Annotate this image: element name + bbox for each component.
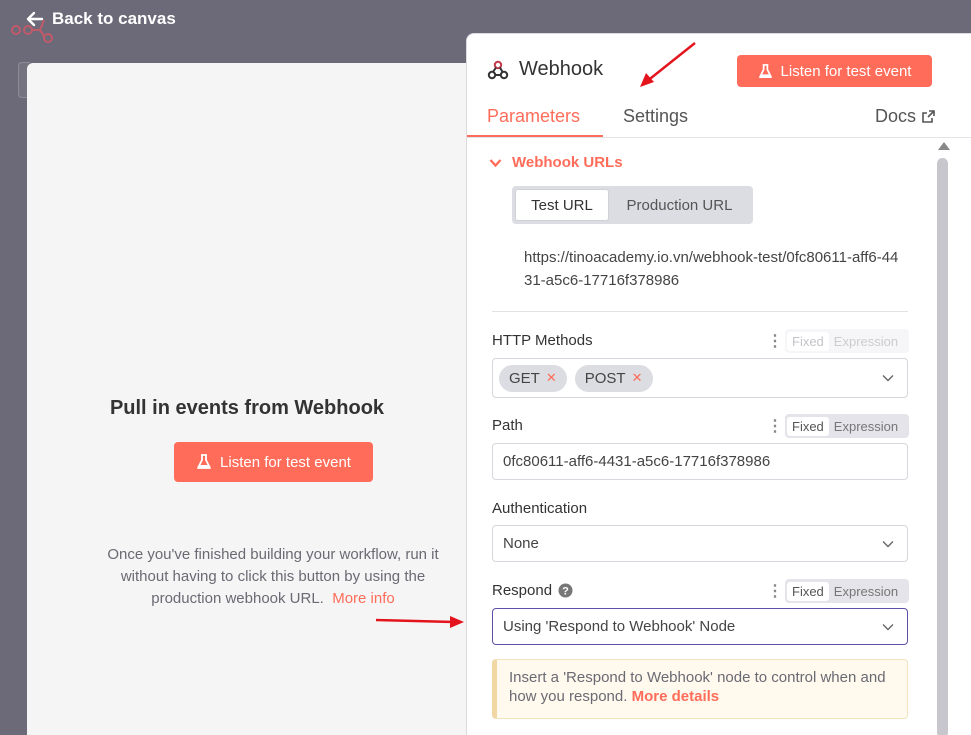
http-methods-label-text: HTTP Methods: [492, 332, 593, 349]
fixed-option[interactable]: Fixed: [787, 581, 829, 601]
node-tabs: Parameters Settings Docs: [467, 102, 971, 138]
active-tab-indicator: [467, 135, 603, 137]
arrow-left-icon: [26, 11, 44, 27]
chevron-down-icon: [882, 540, 894, 547]
input-panel: Pull in events from Webhook Listen for t…: [27, 63, 507, 735]
chevron-down-icon: [882, 375, 894, 382]
remove-chip-icon[interactable]: ✕: [546, 370, 557, 386]
tab-parameters[interactable]: Parameters: [487, 106, 580, 127]
method-chip-label: POST: [584, 369, 626, 387]
path-options-icon[interactable]: ⋮: [767, 419, 783, 435]
authentication-label: Authentication: [492, 500, 587, 517]
docs-label: Docs: [874, 106, 916, 126]
respond-label-text: Respond: [492, 582, 553, 599]
path-label-text: Path: [492, 417, 523, 434]
method-chip: POST ✕: [574, 364, 653, 392]
authentication-value: None: [503, 535, 539, 552]
respond-options-icon[interactable]: ⋮: [767, 584, 783, 600]
respond-label: Respond ?: [492, 582, 573, 599]
node-header: Webhook Listen for test event: [467, 34, 971, 106]
external-link-icon: [922, 110, 935, 123]
expression-option[interactable]: Expression: [829, 332, 903, 351]
authentication-select[interactable]: None: [492, 525, 908, 562]
remove-chip-icon[interactable]: ✕: [632, 370, 643, 386]
respond-value: Using 'Respond to Webhook' Node: [503, 618, 736, 635]
test-url-option[interactable]: Test URL: [515, 189, 609, 221]
node-settings-panel: Webhook Listen for test event Parameters…: [466, 33, 971, 735]
node-title-text: Webhook: [519, 58, 604, 80]
path-label: Path: [492, 417, 523, 434]
chevron-down-icon: [882, 623, 894, 630]
respond-notice: Insert a 'Respond to Webhook' node to co…: [492, 659, 908, 719]
docs-link[interactable]: Docs: [875, 106, 935, 127]
production-url-option[interactable]: Production URL: [609, 189, 750, 221]
header-listen-test-event-button[interactable]: Listen for test event: [737, 55, 932, 87]
back-to-canvas-link[interactable]: Back to canvas: [26, 9, 176, 29]
input-panel-description: Once you've finished building your workf…: [87, 544, 459, 610]
fixed-option[interactable]: Fixed: [787, 416, 829, 436]
svg-text:?: ?: [562, 586, 569, 598]
http-methods-options-icon[interactable]: ⋮: [767, 334, 783, 350]
chevron-down-icon: [489, 158, 502, 167]
scroll-up-icon[interactable]: [938, 142, 950, 150]
expression-option[interactable]: Expression: [829, 582, 903, 601]
path-fixed-expression-toggle[interactable]: Fixed Expression: [785, 414, 909, 438]
respond-fixed-expression-toggle[interactable]: Fixed Expression: [785, 579, 909, 603]
more-info-link[interactable]: More info: [332, 590, 395, 607]
http-methods-fixed-expression-toggle[interactable]: Fixed Expression: [785, 329, 909, 353]
path-value: 0fc80611-aff6-4431-a5c6-17716f378986: [503, 453, 771, 470]
node-title: Webhook: [487, 58, 603, 81]
respond-select[interactable]: Using 'Respond to Webhook' Node: [492, 608, 908, 645]
parameters-body: Webhook URLs Test URL Production URL htt…: [467, 138, 971, 735]
webhook-url-text[interactable]: https://tinoacademy.io.vn/webhook-test/0…: [524, 246, 904, 292]
method-chip: GET ✕: [499, 364, 567, 392]
method-chip-label: GET: [509, 369, 540, 387]
tab-settings[interactable]: Settings: [623, 106, 688, 127]
annotation-arrow-icon: [640, 42, 696, 87]
help-icon[interactable]: ?: [558, 583, 573, 598]
header-listen-label: Listen for test event: [780, 62, 912, 80]
scrollbar-thumb[interactable]: [937, 158, 948, 735]
back-label: Back to canvas: [52, 9, 176, 28]
flask-icon: [758, 63, 772, 78]
section-divider: [492, 311, 908, 312]
webhook-urls-title: Webhook URLs: [512, 154, 623, 171]
http-methods-multiselect[interactable]: GET ✕ POST ✕: [492, 358, 908, 398]
authentication-label-text: Authentication: [492, 500, 588, 517]
fixed-option[interactable]: Fixed: [787, 331, 829, 351]
annotation-arrow-icon: [375, 616, 464, 628]
webhook-icon: [487, 60, 509, 79]
input-panel-title: Pull in events from Webhook: [109, 397, 385, 419]
more-details-link[interactable]: More details: [632, 688, 720, 705]
listen-test-event-button[interactable]: Listen for test event: [174, 442, 373, 482]
listen-button-label: Listen for test event: [220, 453, 351, 471]
expression-option[interactable]: Expression: [829, 417, 903, 436]
webhook-urls-section-toggle[interactable]: Webhook URLs: [489, 154, 623, 171]
path-input[interactable]: 0fc80611-aff6-4431-a5c6-17716f378986: [492, 443, 908, 480]
url-type-toggle: Test URL Production URL: [512, 186, 753, 224]
http-methods-label: HTTP Methods: [492, 332, 593, 349]
flask-icon: [197, 454, 211, 469]
